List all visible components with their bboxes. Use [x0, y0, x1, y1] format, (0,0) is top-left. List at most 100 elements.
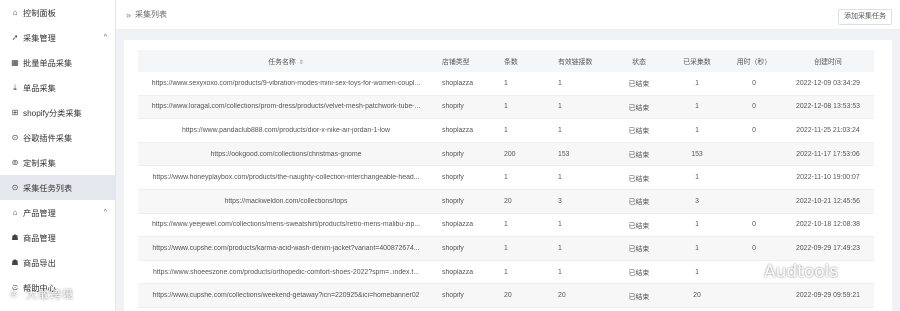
table-row[interactable]: https://www.cupshe.com/products/karma-ac… — [138, 237, 874, 261]
sidebar-item-7[interactable]: ⊙ 采集任务列表 — [0, 175, 115, 200]
cell-task-name[interactable]: https://www.shoeeszone.com/products/orth… — [138, 269, 434, 276]
sidebar-item-6[interactable]: ⊚ 定制采集 — [0, 150, 115, 175]
cell-valid-links: 20 — [558, 292, 566, 300]
cell-shop-type: shoplazza — [442, 221, 474, 229]
cell-task-name[interactable]: https://www.yeejewel.com/collections/men… — [138, 221, 434, 228]
column-header-duration: 用时（秒） — [736, 59, 772, 66]
plugin-icon: ⊙ — [11, 133, 19, 142]
cell-valid-links: 1 — [558, 268, 562, 276]
table-row[interactable]: https://www.pandaclub888.com/products/di… — [138, 119, 874, 143]
cell-valid-links: 1 — [558, 221, 562, 229]
sidebar-item-label: 控制面板 — [23, 8, 56, 18]
sidebar-item-0[interactable]: ⌂ 控制面板 — [0, 0, 115, 25]
table-row[interactable]: https://ookgood.com/collections/christma… — [138, 142, 874, 167]
sidebar-item-label: 谷歌插件采集 — [23, 133, 73, 143]
cell-task-name[interactable]: https://www.pandaclub888.com/products/di… — [138, 127, 434, 134]
table-row[interactable]: https://www.yeejewel.com/collections/men… — [138, 214, 874, 238]
product-icon: ⌂ — [12, 208, 18, 217]
chevron-up-icon[interactable]: ^ — [104, 209, 107, 216]
sidebar-item-5[interactable]: ⊙ 谷歌插件采集 — [0, 125, 115, 150]
cell-created-time: 2022-10-18 12:08:38 — [796, 221, 860, 229]
column-header-valid-links: 有效链接数 — [558, 59, 593, 66]
grid-icon: ▦ — [11, 58, 19, 67]
cell-task-name[interactable]: https://www.loragal.com/collections/prom… — [138, 103, 434, 110]
table-row[interactable]: https://mackweldon.com/collections/tops s… — [138, 189, 874, 214]
cell-status: 已结束 — [628, 104, 650, 112]
cell-task-name[interactable]: https://www.cupshe.com/products/karma-ac… — [138, 245, 434, 252]
watermark-logo-icon: ◎ — [6, 286, 22, 302]
cell-count: 1 — [504, 244, 508, 252]
cell-shop-type: shoplazza — [442, 268, 474, 276]
cell-task-name[interactable]: https://ookgood.com/collections/christma… — [138, 151, 434, 158]
sidebar-item-1[interactable]: ➚ 采集管理 ^ — [0, 25, 115, 50]
clock-icon: ⊙ — [11, 183, 19, 192]
sidebar-item-label: 商品导出 — [23, 258, 56, 268]
table-row[interactable]: https://www.sexyxoxo.com/products/9-vibr… — [138, 72, 874, 96]
column-header-count: 条数 — [504, 59, 518, 66]
sidebar-item-9[interactable]: ☗ 商品管理 — [0, 225, 115, 250]
table-row[interactable]: https://www.cupshe.com/collections/weeke… — [138, 284, 874, 308]
cell-status: 已结束 — [628, 175, 650, 183]
cell-count: 1 — [504, 79, 508, 87]
sidebar-item-label: 产品管理 — [23, 208, 56, 218]
sidebar: ⌂ 控制面板 ➚ 采集管理 ^ ▦ 批量单品采集 ⤓ 单品采集 ⊞ shopify分类采集 ⊙ 谷歌插件… — [0, 0, 116, 311]
cell-collected: 1 — [695, 79, 699, 87]
header-bar: » 采集列表 添加采集任务 — [116, 0, 900, 30]
table-row[interactable]: https://www.loragal.com/collections/prom… — [138, 95, 874, 120]
cell-created-time: 2022-11-17 17:53:06 — [796, 150, 860, 158]
sidebar-item-3[interactable]: ⤓ 单品采集 — [0, 75, 115, 100]
cell-created-time: 2022-12-08 13:53:53 — [796, 103, 860, 111]
cell-shop-type: shoplazza — [442, 79, 474, 87]
cell-collected: 1 — [695, 244, 699, 252]
sidebar-item-4[interactable]: ⊞ shopify分类采集 — [0, 100, 115, 125]
category-icon: ⊞ — [11, 108, 19, 117]
cell-status: 已结束 — [628, 222, 650, 230]
cell-shop-type: shopify — [442, 197, 464, 205]
cell-valid-links: 153 — [558, 150, 570, 158]
cell-task-name[interactable]: https://www.sexyxoxo.com/products/9-vibr… — [138, 80, 434, 87]
cell-count: 1 — [504, 103, 508, 111]
cell-collected: 1 — [695, 221, 699, 229]
cell-collected: 20 — [693, 292, 701, 300]
cell-task-name[interactable]: https://www.honeyplaybox.com/products/th… — [138, 174, 434, 181]
cell-shop-type: shopify — [442, 150, 464, 158]
sidebar-item-label: 商品管理 — [23, 233, 56, 243]
add-task-button[interactable]: 添加采集任务 — [838, 9, 892, 25]
cell-created-time: 2022-10-21 12:45:56 — [796, 197, 860, 205]
column-header-task-name[interactable]: 任务名称 ⇕ — [138, 56, 434, 66]
table-row[interactable]: https://www.honeyplaybox.com/products/th… — [138, 166, 874, 190]
cell-valid-links: 3 — [558, 197, 562, 205]
column-header-shop-type: 店铺类型 — [442, 59, 470, 66]
table-header: 任务名称 ⇕ 店铺类型 条数 有效链接数 状态 已采集数 用时（秒） 创建时间 — [138, 50, 874, 72]
cell-valid-links: 1 — [558, 103, 562, 111]
cell-count: 1 — [504, 221, 508, 229]
cell-status: 已结束 — [628, 128, 650, 136]
cell-duration: 0 — [752, 126, 756, 134]
chevron-up-icon[interactable]: ^ — [104, 34, 107, 41]
cell-created-time: 2022-11-25 21:03:24 — [796, 126, 860, 134]
breadcrumb: 采集列表 — [135, 10, 168, 19]
cell-duration: 0 — [752, 103, 756, 111]
cell-created-time: 2022-09-29 17:49:23 — [796, 244, 860, 252]
download-icon: ⤓ — [13, 82, 17, 92]
sort-icon[interactable]: ⇕ — [299, 60, 304, 66]
cell-status: 已结束 — [628, 246, 650, 254]
cell-collected: 1 — [695, 268, 699, 276]
cell-shop-type: shopify — [442, 174, 464, 182]
cell-status: 已结束 — [628, 152, 650, 160]
cell-collected: 153 — [691, 150, 703, 158]
cell-status: 已结束 — [628, 293, 650, 301]
home-icon: ⌂ — [12, 8, 18, 17]
cell-task-name[interactable]: https://mackweldon.com/collections/tops — [138, 198, 434, 205]
cell-created-time: 2022-09-29 09:59:21 — [796, 292, 860, 300]
sidebar-item-2[interactable]: ▦ 批量单品采集 — [0, 50, 115, 75]
cell-shop-type: shopify — [442, 103, 464, 111]
sidebar-item-label: shopify分类采集 — [23, 108, 82, 118]
sidebar-item-10[interactable]: ☗ 商品导出 — [0, 250, 115, 275]
cell-collected: 1 — [695, 103, 699, 111]
cell-task-name[interactable]: https://www.cupshe.com/collections/weeke… — [138, 292, 434, 299]
cell-count: 1 — [504, 126, 508, 134]
sidebar-item-8[interactable]: ⌂ 产品管理 ^ — [0, 200, 115, 225]
watermark-right: Audtools — [738, 262, 838, 282]
watermark-right-text: Audtools — [764, 262, 839, 282]
